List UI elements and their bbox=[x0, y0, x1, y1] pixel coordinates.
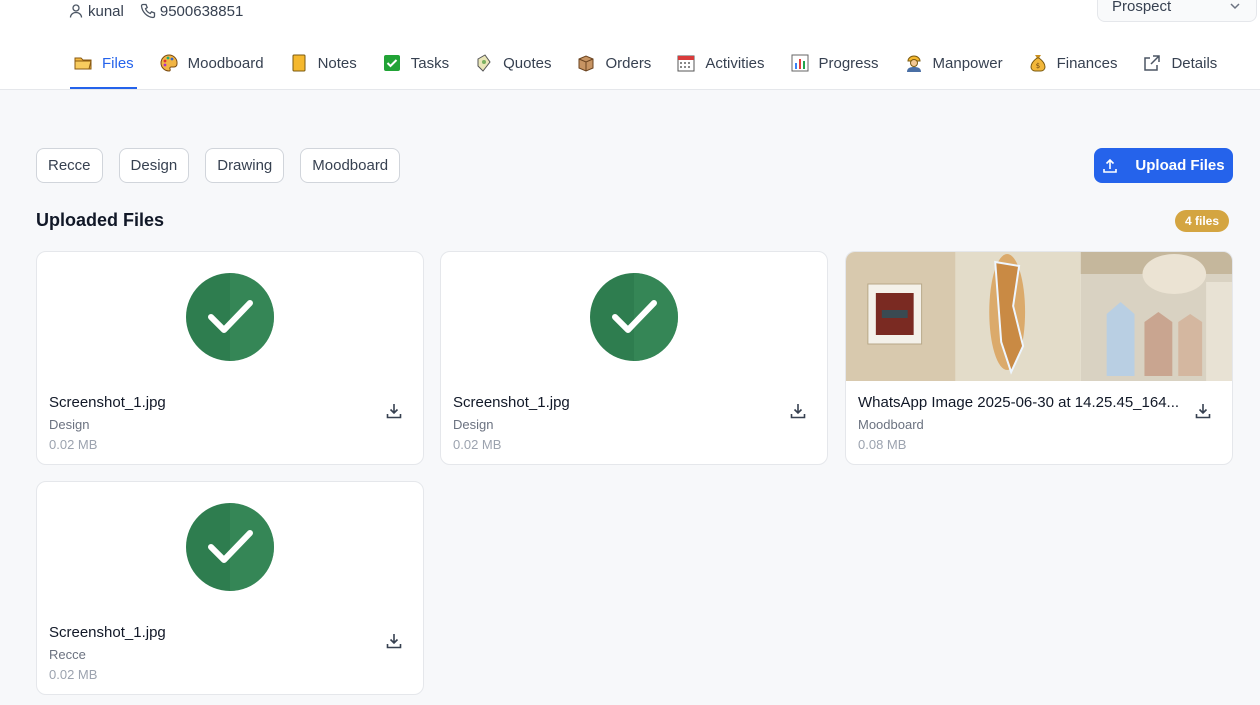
tab-label: Files bbox=[102, 54, 134, 72]
file-category: Design bbox=[49, 417, 90, 432]
upload-icon bbox=[1103, 158, 1118, 173]
tab-label: Tasks bbox=[410, 54, 450, 72]
tab-moodboard[interactable]: Moodboard bbox=[156, 44, 267, 82]
top-bar: kunal 9500638851 Prospect Files Moodboar… bbox=[0, 0, 1260, 90]
contact-info: kunal 9500638851 bbox=[68, 2, 243, 20]
tab-notes[interactable]: Notes bbox=[286, 44, 360, 82]
tab-finances[interactable]: $ Finances bbox=[1025, 44, 1121, 82]
tab-details[interactable]: Details bbox=[1139, 44, 1220, 82]
folder-icon bbox=[73, 53, 93, 73]
file-size: 0.02 MB bbox=[49, 667, 98, 682]
file-category: Recce bbox=[49, 647, 86, 662]
file-count-badge: 4 files bbox=[1175, 210, 1230, 232]
checkbox-icon bbox=[382, 53, 402, 73]
note-icon bbox=[289, 53, 309, 73]
file-card[interactable]: Screenshot_1.jpg Design 0.02 MB bbox=[440, 251, 828, 465]
tab-label: Notes bbox=[317, 54, 357, 72]
file-name: Screenshot_1.jpg bbox=[49, 624, 166, 641]
check-icon bbox=[186, 502, 274, 591]
upload-files-button[interactable]: Upload Files bbox=[1094, 148, 1233, 183]
tab-label: Progress bbox=[818, 54, 879, 72]
file-card[interactable]: Screenshot_1.jpg Design 0.02 MB bbox=[36, 251, 424, 465]
check-icon bbox=[590, 272, 678, 361]
status-value: Prospect bbox=[1112, 0, 1172, 15]
external-link-icon bbox=[1142, 53, 1162, 73]
store-photo-image bbox=[846, 252, 1232, 381]
tab-bar: Files Moodboard Notes Tasks Quotes Order… bbox=[70, 44, 1239, 90]
download-icon[interactable] bbox=[1194, 402, 1212, 420]
phone-icon bbox=[140, 3, 156, 19]
file-name: Screenshot_1.jpg bbox=[49, 394, 166, 411]
user-name: kunal bbox=[88, 2, 124, 20]
file-name: Screenshot_1.jpg bbox=[453, 394, 570, 411]
file-size: 0.02 MB bbox=[49, 437, 98, 452]
money-bag-icon: $ bbox=[1028, 53, 1048, 73]
tab-label: Details bbox=[1171, 54, 1218, 72]
filter-recce[interactable]: Recce bbox=[36, 148, 103, 183]
file-thumbnail bbox=[37, 252, 423, 381]
svg-text:$: $ bbox=[1035, 62, 1039, 70]
file-thumbnail bbox=[37, 482, 423, 611]
tab-quotes[interactable]: Quotes bbox=[471, 44, 554, 82]
phone-number: 9500638851 bbox=[159, 2, 244, 20]
package-icon bbox=[576, 53, 596, 73]
tab-tasks[interactable]: Tasks bbox=[379, 44, 452, 82]
section-title: Uploaded Files bbox=[36, 210, 165, 230]
quote-icon bbox=[474, 53, 494, 73]
file-thumbnail-photo bbox=[846, 252, 1232, 381]
status-select[interactable]: Prospect bbox=[1097, 0, 1257, 22]
filter-design[interactable]: Design bbox=[118, 148, 190, 183]
tab-label: Activities bbox=[705, 54, 765, 72]
download-icon[interactable] bbox=[385, 402, 403, 420]
tab-label: Moodboard bbox=[187, 54, 264, 72]
file-category: Moodboard bbox=[858, 417, 924, 432]
tab-files[interactable]: Files bbox=[70, 44, 137, 89]
file-size: 0.02 MB bbox=[453, 437, 502, 452]
worker-icon bbox=[904, 53, 924, 73]
bar-chart-icon bbox=[790, 53, 810, 73]
user-info: kunal bbox=[68, 3, 124, 20]
download-icon[interactable] bbox=[789, 402, 807, 420]
tab-manpower[interactable]: Manpower bbox=[901, 44, 1006, 82]
chevron-down-icon bbox=[1230, 3, 1240, 10]
tab-label: Orders bbox=[605, 54, 652, 72]
file-thumbnail bbox=[441, 252, 827, 381]
palette-icon bbox=[159, 53, 179, 73]
phone-info[interactable]: 9500638851 bbox=[140, 3, 243, 20]
filter-drawing[interactable]: Drawing bbox=[205, 148, 285, 183]
tab-label: Finances bbox=[1056, 54, 1118, 72]
file-name: WhatsApp Image 2025-06-30 at 14.25.45_16… bbox=[858, 394, 1180, 411]
filter-moodboard[interactable]: Moodboard bbox=[300, 148, 401, 183]
category-filters: Recce Design Drawing Moodboard bbox=[36, 148, 401, 183]
file-category: Design bbox=[453, 417, 494, 432]
calendar-icon bbox=[676, 53, 696, 73]
tab-label: Quotes bbox=[503, 54, 552, 72]
file-card[interactable]: WhatsApp Image 2025-06-30 at 14.25.45_16… bbox=[845, 251, 1233, 465]
tab-orders[interactable]: Orders bbox=[573, 44, 654, 82]
check-icon bbox=[186, 272, 274, 361]
tab-progress[interactable]: Progress bbox=[787, 44, 882, 82]
file-card[interactable]: Screenshot_1.jpg Recce 0.02 MB bbox=[36, 481, 424, 695]
user-icon bbox=[69, 4, 83, 18]
download-icon[interactable] bbox=[385, 632, 403, 650]
tab-label: Manpower bbox=[932, 54, 1003, 72]
upload-label: Upload Files bbox=[1135, 157, 1225, 174]
tab-activities[interactable]: Activities bbox=[673, 44, 767, 82]
file-size: 0.08 MB bbox=[858, 437, 907, 452]
